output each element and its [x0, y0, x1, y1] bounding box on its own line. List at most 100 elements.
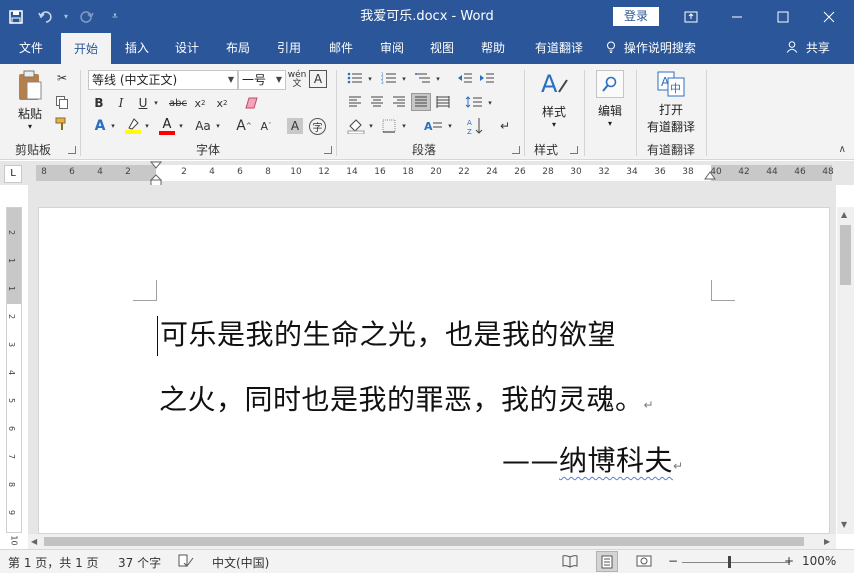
- underline-icon[interactable]: U: [136, 95, 150, 111]
- zoom-slider-track[interactable]: [682, 562, 790, 563]
- language-status[interactable]: 中文(中国): [212, 554, 269, 571]
- tab-mailings[interactable]: 邮件: [320, 33, 362, 64]
- zoom-out-button[interactable]: −: [668, 554, 678, 568]
- share-button[interactable]: 共享: [782, 33, 834, 64]
- paste-button[interactable]: 粘贴 ▾: [10, 70, 50, 132]
- chevron-down-icon[interactable]: ▾: [367, 119, 375, 133]
- paragraph-launcher-icon[interactable]: [512, 146, 520, 154]
- subscript-icon[interactable]: x2: [192, 95, 208, 111]
- font-size-combo[interactable]: 一号 ▼: [238, 70, 286, 90]
- chevron-down-icon[interactable]: ▾: [366, 72, 374, 86]
- customize-qat-icon[interactable]: ⩡: [102, 0, 128, 33]
- enclose-characters-icon[interactable]: 字: [309, 118, 326, 135]
- font-launcher-icon[interactable]: [324, 146, 332, 154]
- document-line-3[interactable]: ——纳博科夫↵: [502, 439, 684, 479]
- save-icon[interactable]: [0, 0, 32, 33]
- styles-button[interactable]: A 样式 ▾: [534, 70, 574, 134]
- copy-icon[interactable]: [54, 94, 70, 110]
- bullets-icon[interactable]: [346, 70, 364, 86]
- undo-dropdown-icon[interactable]: ▾: [60, 0, 72, 33]
- document-page[interactable]: [38, 207, 830, 534]
- show-marks-icon[interactable]: ↵: [498, 118, 512, 134]
- numbering-icon[interactable]: 123: [380, 70, 398, 86]
- tab-youdao[interactable]: 有道翻译: [527, 33, 591, 64]
- read-mode-icon[interactable]: [562, 554, 578, 571]
- styles-launcher-icon[interactable]: [570, 146, 578, 154]
- chevron-down-icon[interactable]: ▾: [446, 119, 454, 133]
- tab-references[interactable]: 引用: [268, 33, 310, 64]
- clear-formatting-icon[interactable]: [244, 95, 262, 111]
- highlight-color-icon[interactable]: [124, 116, 142, 136]
- chevron-down-icon[interactable]: ▾: [177, 119, 185, 133]
- scroll-down-icon[interactable]: ▼: [841, 520, 847, 529]
- distributed-icon[interactable]: [434, 94, 452, 110]
- character-border-icon[interactable]: A: [309, 70, 327, 88]
- chinese-layout-icon[interactable]: A: [422, 117, 444, 135]
- document-line-1[interactable]: 可乐是我的生命之光，也是我的欲望: [160, 313, 616, 353]
- clipboard-launcher-icon[interactable]: [68, 146, 76, 154]
- tab-insert[interactable]: 插入: [116, 33, 158, 64]
- align-left-icon[interactable]: [346, 94, 364, 110]
- multilevel-list-icon[interactable]: [414, 70, 432, 86]
- word-count[interactable]: 37 个字: [118, 554, 161, 571]
- zoom-in-button[interactable]: +: [784, 554, 794, 568]
- chevron-down-icon[interactable]: ▾: [400, 72, 408, 86]
- line-spacing-icon[interactable]: [464, 94, 484, 110]
- vertical-scroll-thumb[interactable]: [840, 225, 851, 285]
- chevron-down-icon[interactable]: ▾: [400, 119, 408, 133]
- chevron-down-icon[interactable]: ▾: [214, 119, 222, 133]
- phonetic-guide-icon[interactable]: wén 文: [288, 70, 307, 90]
- vertical-ruler[interactable]: 2 1 1 2 3 4 5 6 7 8 9 10: [6, 207, 22, 546]
- scroll-up-icon[interactable]: ▲: [841, 210, 847, 219]
- web-layout-icon[interactable]: [636, 554, 652, 571]
- zoom-slider-thumb[interactable]: [728, 556, 731, 568]
- bold-icon[interactable]: B: [92, 95, 106, 111]
- tab-layout[interactable]: 布局: [217, 33, 259, 64]
- tab-home[interactable]: 开始: [61, 33, 111, 64]
- character-shading-icon[interactable]: A: [287, 118, 303, 134]
- text-effects-icon[interactable]: A: [92, 117, 108, 135]
- undo-icon[interactable]: [32, 0, 60, 33]
- open-youdao-button[interactable]: A中 打开 有道翻译: [644, 70, 698, 136]
- change-case-icon[interactable]: Aa: [192, 117, 214, 135]
- right-indent-marker[interactable]: [703, 169, 717, 183]
- chevron-down-icon[interactable]: ▾: [486, 96, 494, 110]
- format-painter-icon[interactable]: [54, 116, 70, 132]
- align-center-icon[interactable]: [368, 94, 386, 110]
- shrink-font-icon[interactable]: Aˇ: [258, 117, 274, 135]
- collapse-ribbon-icon[interactable]: ∧: [839, 144, 846, 155]
- tab-view[interactable]: 视图: [421, 33, 463, 64]
- decrease-indent-icon[interactable]: [456, 70, 474, 86]
- tab-selector[interactable]: L: [4, 165, 22, 183]
- justify-icon[interactable]: [411, 93, 431, 111]
- close-icon[interactable]: [806, 0, 852, 33]
- strikethrough-icon[interactable]: abc: [168, 95, 188, 111]
- zoom-level[interactable]: 100%: [802, 554, 836, 568]
- sort-icon[interactable]: AZ: [466, 116, 484, 136]
- horizontal-scrollbar[interactable]: ◀ ▶: [28, 534, 836, 549]
- increase-indent-icon[interactable]: [478, 70, 496, 86]
- vertical-scrollbar[interactable]: ▲ ▼: [837, 207, 854, 534]
- tab-file[interactable]: 文件: [10, 33, 52, 64]
- editing-button[interactable]: 编辑 ▾: [592, 70, 628, 134]
- grow-font-icon[interactable]: A ^: [236, 117, 252, 135]
- scroll-left-icon[interactable]: ◀: [31, 537, 37, 546]
- redo-icon[interactable]: [72, 0, 102, 33]
- page-count[interactable]: 第 1 页，共 1 页: [8, 554, 99, 571]
- minimize-icon[interactable]: [714, 0, 760, 33]
- chevron-down-icon[interactable]: ▾: [434, 72, 442, 86]
- cut-icon[interactable]: ✂: [54, 70, 70, 86]
- horizontal-scroll-thumb[interactable]: [44, 537, 804, 546]
- scroll-right-icon[interactable]: ▶: [824, 537, 830, 546]
- tab-help[interactable]: 帮助: [472, 33, 514, 64]
- document-line-2[interactable]: 之火，同时也是我的罪恶，我的灵魂。↵: [159, 378, 654, 418]
- superscript-icon[interactable]: x2: [214, 95, 230, 111]
- borders-icon[interactable]: [380, 117, 398, 135]
- italic-icon[interactable]: I: [114, 95, 128, 111]
- chevron-down-icon[interactable]: ▾: [109, 119, 117, 133]
- tab-design[interactable]: 设计: [166, 33, 208, 64]
- chevron-down-icon[interactable]: ▾: [151, 95, 161, 111]
- proofing-icon[interactable]: [178, 554, 194, 571]
- align-right-icon[interactable]: [390, 94, 408, 110]
- font-name-combo[interactable]: 等线 (中文正文) ▼: [88, 70, 238, 90]
